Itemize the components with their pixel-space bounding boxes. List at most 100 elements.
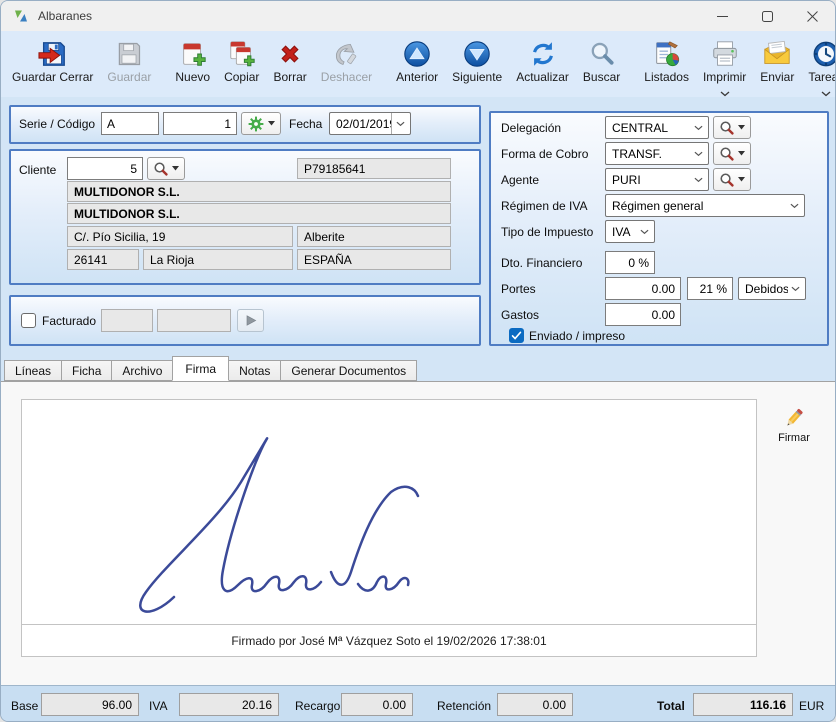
copiar-button[interactable]: Copiar (217, 36, 266, 84)
enviado-impreso-label: Enviado / impreso (529, 329, 625, 343)
regimen-iva-value: Régimen general (612, 199, 787, 213)
tasks-icon (811, 38, 836, 69)
borrar-button[interactable]: Borrar (266, 36, 313, 84)
forma-cobro-lookup-button[interactable] (713, 142, 751, 165)
tipo-impuesto-label: Tipo de Impuesto (501, 225, 593, 239)
portes-tipo-value: Debidos (745, 282, 788, 296)
retencion-label: Retención (437, 699, 491, 713)
portes-label: Portes (501, 282, 536, 296)
cliente-lookup-button[interactable] (147, 157, 185, 180)
signature-caption: Firmado por José Mª Vázquez Soto el 19/0… (21, 624, 757, 657)
dto-financiero-label: Dto. Financiero (501, 256, 582, 270)
gear-icon (248, 116, 264, 132)
fecha-value: 02/01/2019 (336, 117, 391, 131)
siguiente-button[interactable]: Siguiente (445, 36, 509, 84)
actualizar-button[interactable]: Actualizar (509, 36, 576, 84)
maximize-icon (762, 11, 773, 22)
magnifier-icon (719, 172, 734, 187)
guardar-cerrar-button[interactable]: Guardar Cerrar (5, 36, 100, 84)
magnifier-icon (719, 146, 734, 161)
chevron-down-icon (821, 84, 831, 92)
toolbar-button-label: Siguiente (452, 71, 502, 84)
minimize-icon (717, 11, 728, 22)
nuevo-button[interactable]: Nuevo (168, 36, 217, 84)
tab-generar-documentos[interactable]: Generar Documentos (280, 360, 417, 381)
recargo-label: Recargo (295, 699, 340, 713)
cliente-razon-social-field: MULTIDONOR S.L. (67, 181, 451, 202)
chevron-down-icon (691, 177, 706, 183)
signature-canvas[interactable] (21, 399, 757, 625)
buscar-button[interactable]: Buscar (576, 36, 627, 84)
tipo-impuesto-combo[interactable]: IVA (605, 220, 655, 243)
minimize-button[interactable] (700, 1, 745, 31)
toolbar-button-label: Guardar (107, 71, 151, 84)
cliente-direccion-field: C/. Pío Sicilia, 19 (67, 226, 293, 247)
send-icon (762, 38, 792, 69)
dto-financiero-input[interactable] (605, 251, 655, 274)
tareas-button[interactable]: Tareas (801, 36, 836, 92)
refresh-icon (528, 38, 558, 69)
check-icon (511, 330, 522, 341)
portes-iva-input[interactable] (687, 277, 733, 300)
window-title: Albaranes (38, 9, 92, 23)
fecha-label: Fecha (289, 117, 322, 131)
tab-firma[interactable]: Firma (172, 356, 229, 381)
portes-tipo-combo[interactable]: Debidos (738, 277, 806, 300)
chevron-down-icon (788, 286, 803, 292)
tipo-impuesto-value: IVA (612, 225, 637, 239)
regimen-iva-combo[interactable]: Régimen general (605, 194, 805, 217)
forma-cobro-combo[interactable]: TRANSF. (605, 142, 709, 165)
anterior-button[interactable]: Anterior (389, 36, 445, 84)
guardar-button[interactable]: Guardar (100, 36, 158, 84)
toolbar-button-label: Enviar (760, 71, 794, 84)
gastos-input[interactable] (605, 303, 681, 326)
toolbar-button-label: Borrar (273, 71, 306, 84)
fecha-picker[interactable]: 02/01/2019 (329, 112, 411, 135)
factura-serie-field (101, 309, 153, 332)
serie-input[interactable] (101, 112, 159, 135)
close-button[interactable] (790, 1, 835, 31)
tab-archivo[interactable]: Archivo (111, 360, 173, 381)
chevron-down-icon (691, 125, 706, 131)
ir-a-factura-button[interactable] (237, 309, 264, 332)
tabstrip: Líneas Ficha Archivo Firma Notas Generar… (5, 357, 417, 381)
delegacion-lookup-button[interactable] (713, 116, 751, 139)
facturado-checkbox[interactable] (21, 313, 36, 328)
enviado-impreso-checkbox[interactable] (509, 328, 524, 343)
agente-lookup-button[interactable] (713, 168, 751, 191)
facturado-label: Facturado (42, 314, 96, 328)
previous-record-icon (402, 38, 432, 69)
imprimir-button[interactable]: Imprimir (696, 36, 753, 92)
deshacer-button[interactable]: Deshacer (314, 36, 379, 84)
listados-button[interactable]: Listados (637, 36, 696, 84)
chevron-down-icon (691, 151, 706, 157)
titlebar: Albaranes (1, 1, 835, 31)
firmar-button[interactable]: Firmar (765, 399, 823, 451)
close-icon (807, 11, 818, 22)
toolbar-button-label: Listados (644, 71, 689, 84)
toolbar-button-label: Actualizar (516, 71, 569, 84)
codigo-options-button[interactable] (241, 112, 281, 135)
toolbar-button-label: Tareas (808, 71, 836, 84)
codigo-input[interactable] (163, 112, 237, 135)
maximize-button[interactable] (745, 1, 790, 31)
portes-input[interactable] (605, 277, 681, 300)
total-field: 116.16 (693, 693, 793, 716)
delegacion-combo[interactable]: CENTRAL (605, 116, 709, 139)
print-icon (710, 38, 740, 69)
tab-ficha[interactable]: Ficha (61, 360, 112, 381)
play-icon (245, 314, 257, 327)
toolbar-button-label: Deshacer (321, 71, 372, 84)
tab-notas[interactable]: Notas (228, 360, 281, 381)
cliente-pais-field: ESPAÑA (297, 249, 451, 270)
app-logo-icon (13, 8, 29, 24)
chevron-down-icon (787, 203, 802, 209)
agente-combo[interactable]: PURI (605, 168, 709, 191)
retencion-field: 0.00 (497, 693, 573, 716)
tab-lineas[interactable]: Líneas (4, 360, 62, 381)
toolbar: Guardar Cerrar Guardar Nuevo (1, 31, 835, 97)
enviar-button[interactable]: Enviar (753, 36, 801, 84)
toolbar-button-label: Guardar Cerrar (12, 71, 93, 84)
cliente-codigo-input[interactable] (67, 157, 143, 180)
cliente-provincia-field: La Rioja (143, 249, 293, 270)
